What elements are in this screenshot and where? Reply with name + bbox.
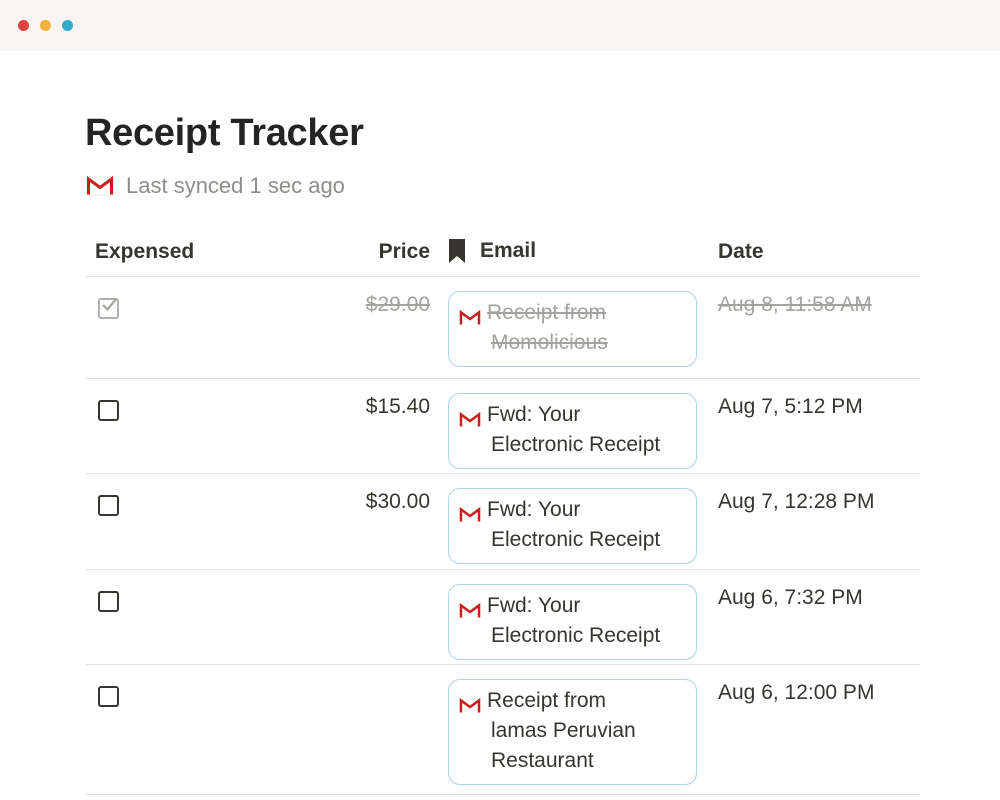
table-row: $29.00 Receipt from Momolicious Aug 8, 11:5… (85, 277, 920, 379)
minimize-window-button[interactable] (40, 20, 51, 31)
email-subject: Receipt from Momolicious (459, 298, 684, 358)
email-subject-line: Fwd: Your (487, 403, 581, 426)
expensed-checkbox[interactable] (98, 400, 119, 421)
date-cell: Aug 6, 7:32 PM (718, 586, 863, 609)
column-header-date[interactable]: Date (718, 240, 764, 264)
expensed-checkbox[interactable] (98, 298, 119, 319)
column-header-email-label: Email (480, 239, 537, 262)
email-link-chip[interactable]: Fwd: Your Electronic Receipt (448, 488, 697, 564)
price-cell: $15.40 (365, 395, 430, 418)
gmail-icon (86, 176, 114, 196)
email-subject: Fwd: Your Electronic Receipt (459, 495, 684, 555)
date-cell: Aug 8, 11:58 AM (718, 293, 872, 316)
close-window-button[interactable] (18, 20, 29, 31)
date-cell: Aug 7, 5:12 PM (718, 395, 863, 418)
page-title: Receipt Tracker (85, 112, 364, 154)
email-subject-line: Receipt from (487, 689, 607, 712)
table-row: Receipt from lamas Peruvian Restaurant Aug … (85, 665, 920, 795)
column-header-email[interactable]: Email (448, 238, 536, 264)
email-link-chip[interactable]: Receipt from lamas Peruvian Restaurant (448, 679, 697, 785)
email-subject-line: lamas Peruvian (491, 719, 636, 742)
email-subject: Receipt from lamas Peruvian Restaurant (459, 686, 684, 776)
price-cell: $30.00 (365, 490, 430, 513)
email-subject-line: Fwd: Your (487, 498, 581, 521)
table-body: $29.00 Receipt from Momolicious Aug 8, 11:5… (85, 277, 920, 795)
email-subject-line: Electronic Receipt (491, 528, 661, 551)
table-row: $15.40 Fwd: Your Electronic Receipt Aug 7, … (85, 379, 920, 474)
column-header-price[interactable]: Price (285, 240, 430, 264)
table-header: Expensed Price Email Date (85, 228, 920, 277)
sync-status: Last synced 1 sec ago (86, 172, 345, 200)
email-subject-line: Restaurant (491, 749, 594, 772)
email-link-chip[interactable]: Receipt from Momolicious (448, 291, 697, 367)
email-link-chip[interactable]: Fwd: Your Electronic Receipt (448, 584, 697, 660)
table-row: $30.00 Fwd: Your Electronic Receipt Aug 7, … (85, 474, 920, 570)
email-subject-line: Momolicious (491, 331, 608, 354)
gmail-icon (459, 693, 481, 714)
email-subject: Fwd: Your Electronic Receipt (459, 400, 684, 460)
gmail-icon (459, 407, 481, 428)
email-subject-line: Receipt from (487, 301, 607, 324)
maximize-window-button[interactable] (62, 20, 73, 31)
price-cell: $29.00 (365, 293, 430, 316)
gmail-icon (459, 305, 481, 326)
date-cell: Aug 6, 12:00 PM (718, 681, 875, 704)
gmail-icon (459, 598, 481, 619)
email-subject: Fwd: Your Electronic Receipt (459, 591, 684, 651)
table-row: Fwd: Your Electronic Receipt Aug 6, 7:32 P… (85, 570, 920, 665)
expensed-checkbox[interactable] (98, 686, 119, 707)
email-subject-line: Electronic Receipt (491, 433, 661, 456)
bookmark-icon (449, 239, 465, 263)
date-cell: Aug 7, 12:28 PM (718, 490, 875, 513)
email-link-chip[interactable]: Fwd: Your Electronic Receipt (448, 393, 697, 469)
email-subject-line: Electronic Receipt (491, 624, 661, 647)
email-subject-line: Fwd: Your (487, 594, 581, 617)
column-header-expensed[interactable]: Expensed (95, 240, 194, 264)
gmail-icon (459, 502, 481, 523)
sync-status-text: Last synced 1 sec ago (126, 173, 345, 198)
expensed-checkbox[interactable] (98, 591, 119, 612)
expensed-checkbox[interactable] (98, 495, 119, 516)
receipt-table: Expensed Price Email Date $29.00 Receipt … (85, 228, 920, 795)
window-titlebar (0, 0, 1000, 51)
